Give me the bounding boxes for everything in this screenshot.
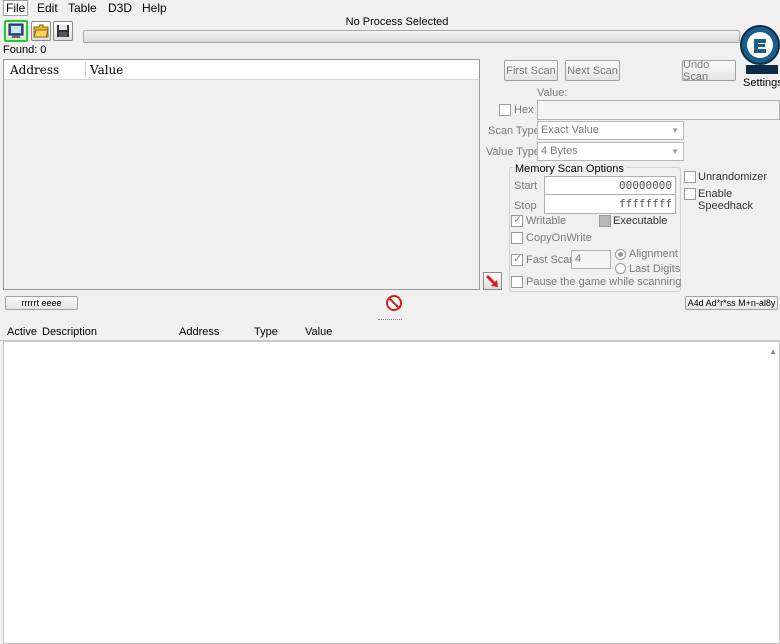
col-address[interactable]: Address: [179, 326, 219, 338]
unrandomizer-checkbox[interactable]: [684, 171, 696, 183]
value-type-select[interactable]: 4 Bytes ▼: [537, 142, 684, 161]
process-title: No Process Selected: [345, 16, 449, 28]
last-digits-label: Last Digits: [629, 263, 681, 275]
splitter-grip: [378, 319, 402, 321]
speedhack-label: Enable Speedhack: [698, 188, 754, 212]
writable-label: Writable: [526, 215, 567, 227]
clear-list-button[interactable]: [385, 294, 403, 312]
add-address-manually-button[interactable]: A4d Ad*r*ss M+n-al8y: [685, 296, 778, 310]
speedhack-checkbox[interactable]: [684, 188, 696, 200]
pause-game-checkbox[interactable]: [511, 276, 523, 288]
stop-label: Stop: [514, 200, 537, 212]
writable-checkbox[interactable]: [511, 213, 523, 227]
menu-table[interactable]: Table: [66, 1, 99, 15]
executable-checkbox[interactable]: [599, 215, 611, 227]
settings-link[interactable]: Settings: [743, 77, 780, 89]
col-active[interactable]: Active: [7, 326, 37, 338]
floppy-icon: [57, 25, 69, 37]
no-entry-icon: [386, 295, 402, 311]
fast-scan-input[interactable]: 4: [571, 250, 611, 269]
hex-checkbox[interactable]: [499, 104, 511, 116]
alignment-label: Alignment: [629, 248, 678, 260]
value-type-value: 4 Bytes: [541, 145, 578, 157]
address-list[interactable]: ▲: [3, 341, 780, 644]
found-count: Found: 0: [3, 44, 47, 56]
executable-label: Executable: [613, 215, 668, 227]
hex-label: Hex: [514, 104, 534, 116]
address-list-header: Active Description Address Type Value: [0, 323, 780, 341]
start-label: Start: [514, 180, 538, 192]
alignment-radio[interactable]: [615, 249, 626, 260]
first-scan-button[interactable]: First Scan: [504, 60, 558, 81]
menu-help[interactable]: Help: [140, 1, 169, 15]
memory-scan-options-title: Memory Scan Options: [513, 163, 626, 175]
menu-d3d[interactable]: D3D: [106, 1, 134, 15]
save-button[interactable]: [53, 21, 73, 41]
add-to-list-button[interactable]: [483, 272, 502, 290]
unrandomizer-label: Unrandomizer: [698, 171, 768, 183]
copyonwrite-label: CopyOnWrite: [526, 232, 592, 244]
pause-game-label: Pause the game while scanning: [526, 276, 682, 288]
open-file-button[interactable]: [31, 21, 51, 41]
results-col-address[interactable]: Address: [10, 63, 59, 77]
computer-icon: [8, 23, 24, 38]
logo-icon: [740, 25, 780, 74]
results-list[interactable]: Address Value: [3, 59, 480, 290]
start-address-input[interactable]: 00000000: [544, 176, 676, 196]
cheat-engine-logo[interactable]: [738, 17, 780, 77]
menu-file[interactable]: File: [3, 0, 29, 16]
results-col-value[interactable]: Value: [90, 63, 123, 77]
menu-bar: File Edit Table D3D Help: [0, 0, 780, 17]
scroll-up-arrow-icon[interactable]: ▲: [769, 347, 777, 356]
chevron-down-icon: ▼: [671, 126, 679, 135]
undo-scan-button[interactable]: Undo Scan: [682, 59, 736, 83]
last-digits-radio[interactable]: [615, 263, 626, 274]
scan-type-select[interactable]: Exact Value ▼: [537, 121, 684, 140]
value-input[interactable]: [537, 100, 780, 120]
value-label: Value:: [537, 87, 568, 99]
value-type-label: Value Type: [486, 146, 541, 158]
open-process-button[interactable]: [4, 20, 28, 42]
col-value[interactable]: Value: [305, 326, 332, 338]
menu-edit[interactable]: Edit: [35, 1, 60, 15]
scan-type-value: Exact Value: [541, 124, 599, 136]
fast-scan-checkbox[interactable]: [511, 252, 523, 266]
stop-address-input[interactable]: ffffffff: [544, 194, 676, 214]
fast-scan-label: Fast Scan: [526, 254, 576, 266]
col-description[interactable]: Description: [42, 326, 97, 338]
memory-view-button[interactable]: rrrrrt eeee: [5, 296, 78, 310]
copyonwrite-checkbox[interactable]: [511, 232, 523, 244]
next-scan-button[interactable]: Next Scan: [565, 60, 620, 81]
folder-icon: [33, 24, 49, 38]
results-header: Address Value: [4, 60, 479, 80]
arrow-down-right-icon: [485, 274, 498, 287]
scan-progress-bar: [83, 30, 740, 43]
col-type[interactable]: Type: [254, 326, 278, 338]
column-divider: [85, 62, 86, 78]
scan-type-label: Scan Type: [488, 125, 540, 137]
chevron-down-icon: ▼: [671, 147, 679, 156]
